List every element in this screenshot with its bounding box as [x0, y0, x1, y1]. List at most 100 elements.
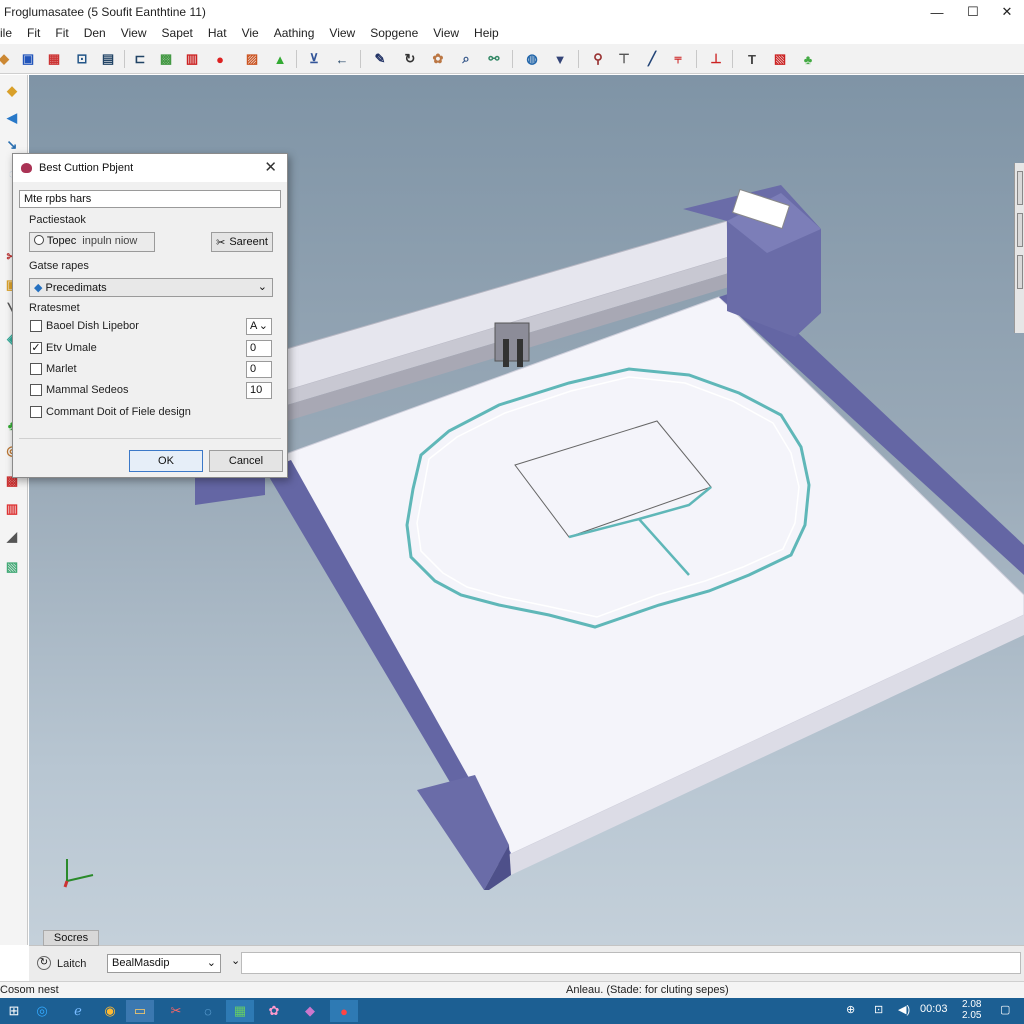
- taskbar: ⊞ ◎ ℯ ◉ ▭ ✂ ◌ ▦ ✿ ◆ ● ⊕ ⊡ ◀) 00:03 2.08 …: [0, 998, 1024, 1024]
- save-icon[interactable]: ◆: [0, 49, 14, 69]
- pin-icon[interactable]: ⚲: [588, 49, 608, 69]
- layer-icon[interactable]: ▤: [98, 49, 118, 69]
- option-checkbox-2[interactable]: ✓: [30, 342, 42, 354]
- tee2-icon[interactable]: T: [742, 49, 762, 69]
- option-value-4[interactable]: 10: [246, 382, 272, 399]
- folder-icon[interactable]: ▭: [126, 1000, 154, 1022]
- hook-icon[interactable]: ↻: [400, 49, 420, 69]
- cancel-button[interactable]: Cancel: [209, 450, 283, 472]
- ruler-tool-icon[interactable]: ◢: [2, 527, 22, 547]
- menu-den[interactable]: Den: [76, 26, 113, 40]
- cutter-icon[interactable]: ⫧: [668, 49, 688, 69]
- menu-sopgene[interactable]: Sopgene: [362, 26, 425, 40]
- option-value-3[interactable]: 0: [246, 361, 272, 378]
- move-tool-icon[interactable]: ◀: [2, 108, 22, 128]
- option-checkbox-3[interactable]: [30, 363, 42, 375]
- option-checkbox-5[interactable]: [30, 406, 42, 418]
- red-dot-icon[interactable]: ●: [210, 49, 230, 69]
- volume-icon[interactable]: ◀): [898, 1003, 910, 1016]
- notifications-icon[interactable]: ▢: [1000, 1003, 1010, 1016]
- curve-tool-icon[interactable]: ↘: [2, 135, 22, 155]
- option-value-1[interactable]: A ⌄: [246, 318, 272, 335]
- close-button[interactable]: ✕: [984, 0, 1024, 24]
- chevron-down-icon[interactable]: ⌄: [231, 954, 240, 967]
- option-label-2: Etv Umale: [46, 342, 97, 354]
- option-value-2[interactable]: 0: [246, 340, 272, 357]
- nodes-icon[interactable]: ✿: [428, 49, 448, 69]
- export-tool-icon[interactable]: ▧: [2, 557, 22, 577]
- tree-icon[interactable]: ♣: [798, 49, 818, 69]
- globe-icon[interactable]: ◍: [522, 49, 542, 69]
- right-tab-1[interactable]: [1017, 171, 1023, 205]
- palette-icon[interactable]: ▩: [156, 49, 176, 69]
- status-bar: Cosom nest Anleau. (Stade: for cluting s…: [0, 981, 1024, 998]
- menu-view-3[interactable]: View: [425, 26, 466, 40]
- frame-icon[interactable]: ⊏: [130, 49, 150, 69]
- menu-view-2[interactable]: View: [321, 26, 362, 40]
- right-tab-3[interactable]: [1017, 255, 1023, 289]
- radio-input-field[interactable]: Topec inpuln niow: [29, 232, 155, 252]
- right-tab-2[interactable]: [1017, 213, 1023, 247]
- settings-app-icon[interactable]: ◌: [194, 1000, 222, 1022]
- menu-help[interactable]: Heip: [466, 26, 506, 40]
- menu-fit-2[interactable]: Fit: [47, 26, 75, 40]
- select-button[interactable]: ✂ Sareent: [211, 232, 273, 252]
- edge-icon[interactable]: ◎: [28, 1000, 56, 1022]
- menu-aathing[interactable]: Aathing: [266, 26, 322, 40]
- menu-sapet[interactable]: Sapet: [154, 26, 200, 40]
- menu-fit[interactable]: Fit: [19, 26, 47, 40]
- radio-label: Topec: [46, 235, 77, 247]
- tab-socres[interactable]: Socres: [43, 930, 99, 946]
- paint-app-icon[interactable]: ✿: [260, 1000, 288, 1022]
- clock-date[interactable]: 2.08 2.05: [962, 999, 992, 1021]
- start-icon[interactable]: ⊞: [0, 1000, 28, 1022]
- chevron-down-icon[interactable]: ⌄: [258, 280, 267, 293]
- command-line[interactable]: [241, 952, 1021, 974]
- bottom-dropdown[interactable]: BealMasdip ⌄: [107, 954, 221, 973]
- cut-app-icon[interactable]: ●: [330, 1000, 358, 1022]
- network-icon[interactable]: ⊡: [874, 1003, 883, 1016]
- cutting-project-dialog: Best Cuttion Pbjent ✕ Mte rpbs hars Pact…: [12, 153, 288, 478]
- grid-red-icon[interactable]: ▧: [770, 49, 790, 69]
- arrow-left-icon[interactable]: ←: [332, 49, 352, 69]
- preset-dropdown[interactable]: ◆ Precedimats ⌄: [29, 278, 273, 297]
- menu-view[interactable]: View: [113, 26, 154, 40]
- clock-time[interactable]: 00:03: [920, 1003, 948, 1015]
- move-icon[interactable]: ⊡: [72, 49, 92, 69]
- menu-vie[interactable]: Vie: [234, 26, 266, 40]
- ok-button[interactable]: OK: [129, 450, 203, 472]
- zoom-icon[interactable]: ⌕: [456, 49, 476, 69]
- badge-icon[interactable]: ▼: [550, 49, 570, 69]
- cart-icon[interactable]: ⊻: [304, 49, 324, 69]
- dialog-close-icon[interactable]: ✕: [264, 158, 277, 176]
- ie-icon[interactable]: ℯ: [64, 1000, 92, 1022]
- arrow-up-icon[interactable]: ▲: [270, 49, 290, 69]
- cutter-red-icon[interactable]: ⊥: [706, 49, 726, 69]
- image-tool-icon[interactable]: ▥: [2, 499, 22, 519]
- pen-icon[interactable]: ✎: [370, 49, 390, 69]
- title-bar: Froglumasatee (5 Soufit Eanthtine 11) — …: [0, 0, 1024, 24]
- grid-icon[interactable]: ▦: [44, 49, 64, 69]
- people-icon[interactable]: ⊕: [846, 1003, 855, 1016]
- target-icon[interactable]: ▥: [182, 49, 202, 69]
- menu-file[interactable]: ile: [0, 26, 19, 40]
- project-name-field[interactable]: Mte rpbs hars: [19, 190, 281, 208]
- option-checkbox-4[interactable]: [30, 384, 42, 396]
- option-checkbox-1[interactable]: [30, 320, 42, 332]
- blade-icon[interactable]: ╱: [642, 49, 662, 69]
- link-icon[interactable]: ⚯: [484, 49, 504, 69]
- menu-hat[interactable]: Hat: [200, 26, 234, 40]
- mode-icon[interactable]: ↻: [37, 956, 51, 970]
- layer-stack-icon[interactable]: ▨: [242, 49, 262, 69]
- tee-icon[interactable]: ⊤: [614, 49, 634, 69]
- chrome-icon[interactable]: ◉: [96, 1000, 124, 1022]
- page-icon[interactable]: ▣: [18, 49, 38, 69]
- scissors-app-icon[interactable]: ✂: [162, 1000, 190, 1022]
- design-app-icon[interactable]: ▦: [226, 1000, 254, 1022]
- media-app-icon[interactable]: ◆: [296, 1000, 324, 1022]
- bottom-pane: Socres ↻ Laitch BealMasdip ⌄ ⌄: [29, 930, 1024, 981]
- radio-icon[interactable]: [34, 235, 44, 245]
- group3-label: Rratesmet: [29, 302, 80, 314]
- mode-label: Laitch: [57, 958, 87, 970]
- pointer-tool-icon[interactable]: ◆: [2, 81, 22, 101]
